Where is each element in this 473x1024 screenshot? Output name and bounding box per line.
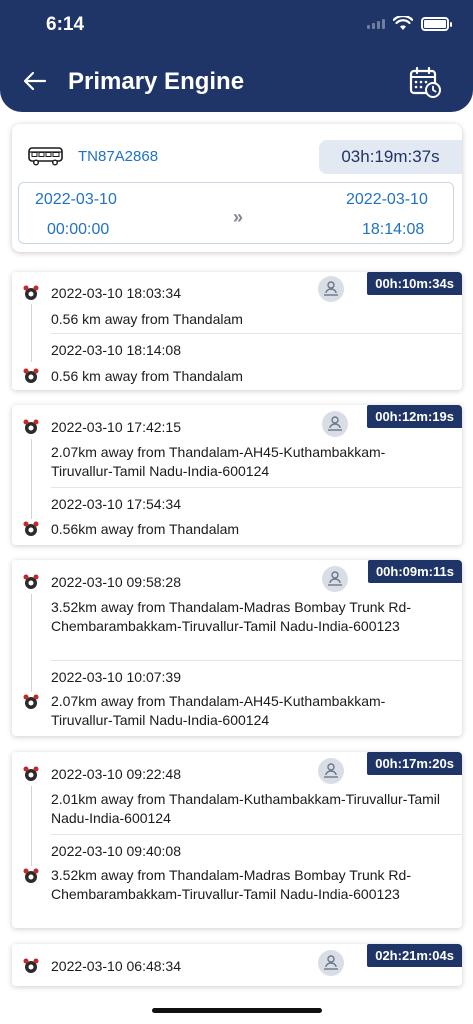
end-location: 2.07km away from Thandalam-AH45-Kuthamba…	[51, 693, 386, 728]
cellular-signal-icon	[367, 18, 385, 29]
trip-card[interactable]: 02h:21m:04s 2022-03-10 06:48:34	[12, 944, 462, 986]
date-filter-button[interactable]	[408, 65, 442, 99]
timeline-line	[31, 439, 32, 519]
end-time: 2022-03-10 18:14:08	[51, 342, 181, 358]
vehicle-number: TN87A2868	[78, 148, 159, 165]
to-time: 18:14:08	[362, 221, 425, 238]
start-time: 2022-03-10 09:22:48	[51, 766, 181, 782]
trip-summary-card: TN87A2868 03h:19m:37s 2022-03-10 00:00:0…	[12, 124, 462, 252]
to-date: 2022-03-10	[346, 191, 428, 208]
from-date: 2022-03-10	[35, 191, 117, 208]
end-time: 2022-03-10 10:07:39	[51, 669, 181, 685]
end-location: 3.52km away from Thandalam-Madras Bombay…	[51, 867, 411, 902]
engine-icon	[23, 521, 39, 536]
bus-icon	[28, 147, 63, 166]
divider	[51, 834, 462, 835]
engine-icon	[23, 958, 39, 973]
date-range: 2022-03-10 00:00:00 » 2022-03-10 18:14:0…	[18, 182, 454, 244]
trip-card[interactable]: 00h:09m:11s 2022-03-10 09:58:28 3.52km a…	[12, 560, 462, 736]
engine-icon	[23, 574, 39, 589]
engine-icon	[23, 419, 39, 434]
page-title: Primary Engine	[68, 68, 245, 95]
double-chevron-right-icon: »	[233, 207, 243, 227]
status-icons	[367, 16, 452, 31]
total-duration: 03h:19m:37s	[319, 140, 462, 174]
end-time: 2022-03-10 17:54:34	[51, 496, 181, 512]
home-indicator[interactable]	[152, 1008, 322, 1013]
back-button[interactable]	[20, 66, 50, 96]
end-location: 0.56km away from Thandalam	[51, 521, 240, 537]
timeline-line	[31, 594, 32, 692]
start-time: 2022-03-10 09:58:28	[51, 574, 181, 590]
engine-icon	[23, 766, 39, 781]
start-location: 3.52km away from Thandalam-Madras Bombay…	[51, 599, 411, 634]
start-time: 2022-03-10 06:48:34	[51, 958, 181, 974]
divider	[51, 333, 462, 334]
engine-icon	[23, 694, 39, 709]
trip-card[interactable]: 00h:12m:19s 2022-03-10 17:42:15 2.07km a…	[12, 405, 462, 545]
trip-card[interactable]: 00h:10m:34s 2022-03-10 18:03:34 0.56 km …	[12, 272, 462, 390]
arrow-left-icon	[23, 71, 47, 91]
end-location: 0.56 km away from Thandalam	[51, 368, 243, 384]
app-header: 6:14 Primary Engine	[0, 0, 473, 112]
divider	[51, 487, 462, 488]
calendar-clock-icon	[409, 66, 441, 98]
start-location: 2.07km away from Thandalam-AH45-Kuthamba…	[51, 444, 386, 479]
divider	[51, 660, 462, 661]
from-time: 00:00:00	[47, 221, 110, 238]
status-time: 6:14	[46, 14, 85, 35]
start-location: 0.56 km away from Thandalam	[51, 311, 243, 327]
timeline-line	[31, 786, 32, 866]
engine-icon	[23, 368, 39, 383]
timeline-line	[31, 304, 32, 362]
engine-icon	[23, 285, 39, 300]
end-time: 2022-03-10 09:40:08	[51, 843, 181, 859]
wifi-icon	[393, 16, 413, 30]
engine-icon	[23, 868, 39, 883]
start-location: 2.01km away from Thandalam-Kuthambakkam-…	[51, 791, 441, 826]
trip-card[interactable]: 00h:17m:20s 2022-03-10 09:22:48 2.01km a…	[12, 752, 462, 928]
battery-icon	[421, 16, 452, 31]
start-time: 2022-03-10 17:42:15	[51, 419, 181, 435]
start-time: 2022-03-10 18:03:34	[51, 285, 181, 301]
